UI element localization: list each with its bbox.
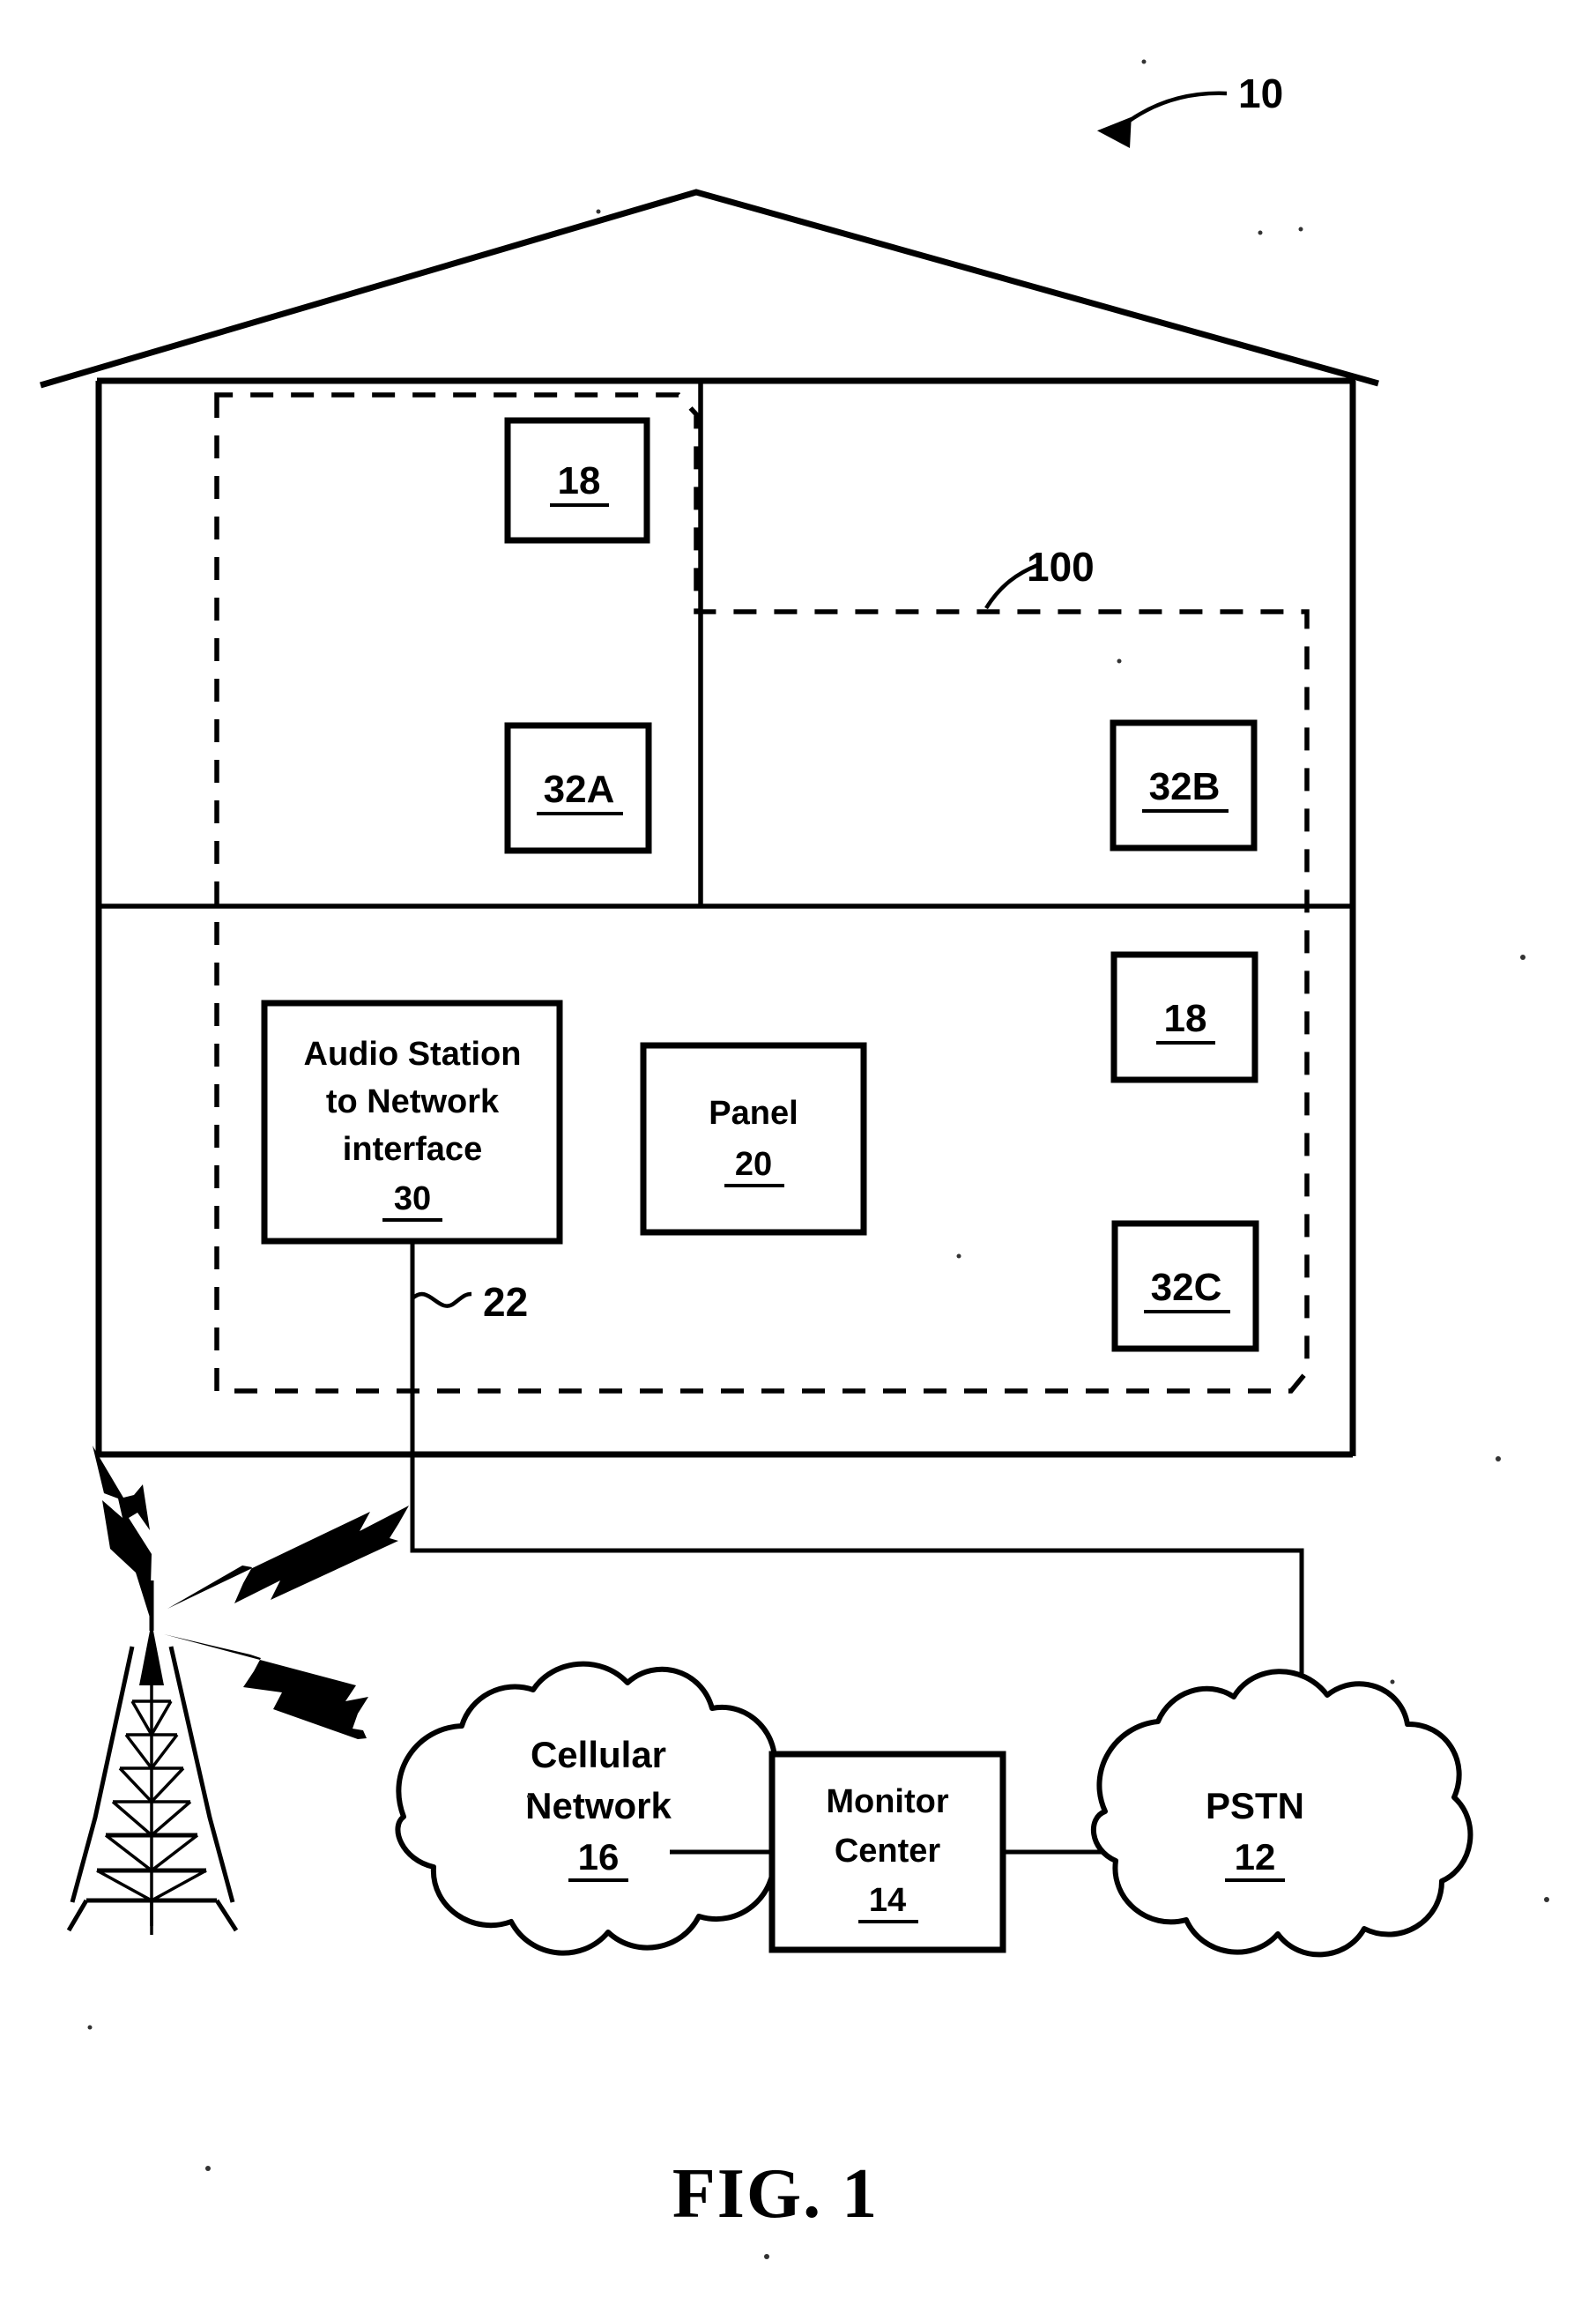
monitor-center-line2: Center [835, 1833, 941, 1870]
sensor-box-32a[interactable]: 32A [504, 722, 652, 854]
network-region-callout: 100 [984, 544, 1095, 610]
rf-signal-bolts [93, 1446, 409, 1739]
cell-tower-icon [66, 1580, 239, 1935]
lightning-bolt-icon-2 [167, 1506, 409, 1609]
sensor-box-32c[interactable]: 32C [1111, 1220, 1259, 1352]
system-reference-callout: 10 [1096, 71, 1283, 148]
sensor-box-32b-label: 32B [1149, 765, 1221, 808]
cellular-network-line1: Cellular [531, 1734, 666, 1775]
system-reference-label: 10 [1238, 71, 1283, 116]
figure-canvas: 10 100 18 32A 32B Audio Station to Netwo… [40, 59, 1549, 2259]
panel-box-rect[interactable] [640, 1042, 867, 1236]
device-box-18-lower-label: 18 [1164, 997, 1207, 1040]
figure-caption: FIG. 1 [672, 2155, 879, 2233]
device-box-18-lower[interactable]: 18 [1110, 951, 1258, 1083]
sensor-box-32a-label: 32A [544, 768, 615, 811]
monitor-center-box[interactable]: Monitor Center 14 [768, 1751, 1006, 1953]
house-roof [40, 189, 1379, 389]
system-reference-arrowhead [1096, 116, 1132, 148]
audio-station-line2: to Network [326, 1083, 500, 1120]
audio-station-line1: Audio Station [304, 1036, 522, 1073]
panel-box[interactable]: Panel 20 [640, 1042, 867, 1236]
cellular-network-cloud[interactable]: Cellular Network 16 [395, 1661, 795, 1956]
device-box-18-upper[interactable]: 18 [504, 417, 650, 544]
cellular-network-line2: Network [525, 1785, 672, 1826]
monitor-center-ref: 14 [869, 1882, 906, 1919]
audio-station-ref: 30 [394, 1180, 431, 1217]
pstn-label: PSTN [1206, 1785, 1304, 1826]
system-reference-leader [1119, 91, 1228, 129]
network-region-label: 100 [1027, 544, 1095, 590]
wire-ref-label: 22 [483, 1279, 528, 1325]
audio-station-interface-box[interactable]: Audio Station to Network interface 30 [261, 1000, 563, 1245]
wire-ref-squiggle [411, 1291, 472, 1308]
lightning-bolt-icon-3 [164, 1634, 368, 1739]
sensor-box-32b[interactable]: 32B [1110, 719, 1258, 852]
pstn-cloud[interactable]: PSTN 12 [1090, 1669, 1474, 1958]
lightning-bolt-icon-1 [93, 1446, 152, 1618]
monitor-center-line1: Monitor [826, 1783, 949, 1820]
patent-figure: 10 100 18 32A 32B Audio Station to Netwo… [0, 0, 1596, 2298]
sensor-box-32c-label: 32C [1151, 1266, 1222, 1309]
device-box-18-upper-label: 18 [558, 459, 601, 502]
panel-box-ref: 20 [735, 1146, 772, 1183]
cellular-network-ref: 16 [578, 1836, 620, 1878]
panel-box-label: Panel [709, 1095, 798, 1132]
pstn-ref: 12 [1235, 1836, 1276, 1878]
audio-station-line3: interface [343, 1131, 482, 1168]
